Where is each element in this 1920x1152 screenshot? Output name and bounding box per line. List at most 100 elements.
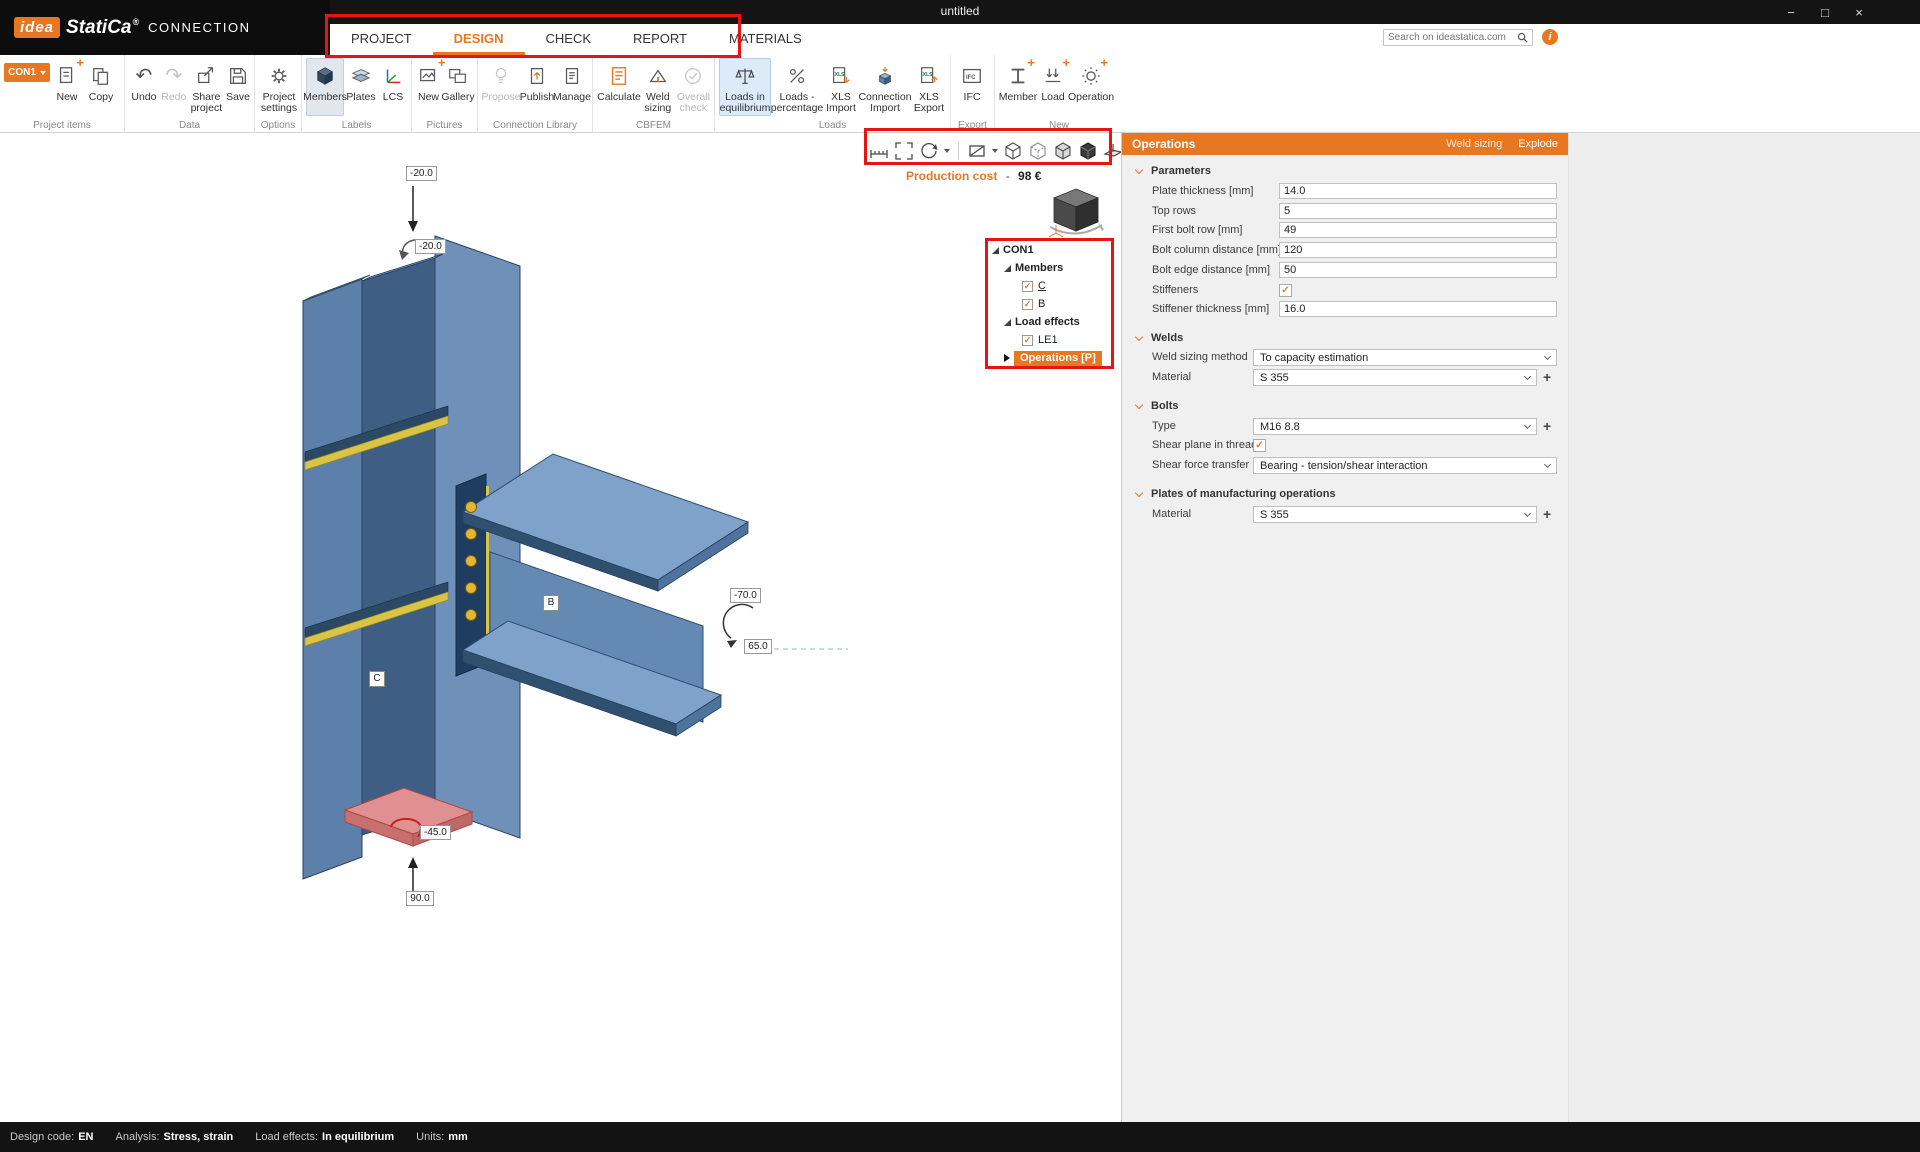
tree-node-member-c[interactable]: ✓ C: [988, 277, 1114, 295]
copy-button[interactable]: Copy: [84, 58, 118, 116]
hidden-lines-view-icon[interactable]: [1027, 139, 1049, 163]
checkbox-checked-icon[interactable]: ✓: [1022, 334, 1033, 346]
manage-button[interactable]: Manage: [553, 58, 591, 116]
tab-project[interactable]: PROJECT: [330, 24, 433, 55]
section-view-icon[interactable]: [966, 139, 988, 163]
bolt-column-distance-input[interactable]: [1279, 242, 1557, 258]
shaded-view-icon[interactable]: [1052, 139, 1074, 163]
new-load-button[interactable]: + Load: [1037, 56, 1070, 116]
section-plates-operations[interactable]: Plates of manufacturing operations: [1134, 486, 1336, 502]
tree-node-operations[interactable]: Operations [P]: [988, 349, 1114, 367]
ribbon-group-loads: Loads in equilibrium Loads - percentage …: [715, 55, 951, 133]
undo-button[interactable]: ↶ Undo: [129, 58, 159, 116]
bolt-type-select[interactable]: M16 8.8: [1253, 418, 1537, 435]
tree-node-load-effects[interactable]: Load effects: [988, 313, 1114, 331]
load-value-top: -20.0: [406, 166, 437, 181]
expand-icon[interactable]: [1004, 354, 1010, 362]
xls-import-button[interactable]: XLS XLS Import: [823, 58, 859, 116]
collapse-icon[interactable]: [992, 246, 999, 254]
shear-force-transfer-select[interactable]: Bearing - tension/shear interaction: [1253, 457, 1557, 474]
solid-view-icon[interactable]: [1077, 139, 1099, 163]
close-button[interactable]: ×: [1842, 0, 1876, 24]
chevron-down-icon[interactable]: [992, 149, 998, 153]
tab-materials[interactable]: MATERIALS: [708, 24, 823, 55]
stiffeners-checkbox[interactable]: ✓: [1279, 284, 1292, 297]
weld-sizing-button[interactable]: Weld sizing: [641, 58, 675, 116]
tree-node-con1[interactable]: CON1: [988, 241, 1114, 259]
new-picture-button[interactable]: + New: [416, 56, 446, 116]
tree-node-le1[interactable]: ✓ LE1: [988, 331, 1114, 349]
maximize-button[interactable]: □: [1808, 0, 1842, 24]
search-box[interactable]: [1383, 29, 1533, 46]
3d-viewport[interactable]: Production cost - 98 € -20.0 -20.0 -70.0…: [0, 133, 1122, 1122]
plate-thickness-input[interactable]: [1279, 183, 1557, 199]
scales-icon: [734, 61, 756, 91]
new-project-item-button[interactable]: + New: [50, 56, 84, 116]
calculate-icon: [608, 61, 630, 91]
bolt-edge-distance-input[interactable]: [1279, 262, 1557, 278]
tab-check[interactable]: CHECK: [525, 24, 613, 55]
product-name: CONNECTION: [148, 20, 251, 35]
orbit-icon[interactable]: [918, 139, 940, 163]
navigation-cube[interactable]: [1046, 183, 1108, 241]
share-project-button[interactable]: Share project: [189, 58, 224, 116]
status-analysis: Analysis: Stress, strain: [115, 1131, 234, 1143]
gallery-button[interactable]: Gallery: [441, 58, 475, 116]
explode-header-button[interactable]: Explode: [1518, 138, 1558, 150]
save-button[interactable]: Save: [224, 58, 252, 116]
ifc-export-button[interactable]: IFC IFC: [955, 58, 989, 116]
loads-in-equilibrium-toggle[interactable]: Loads in equilibrium: [719, 58, 771, 116]
stiffener-thickness-input[interactable]: [1279, 301, 1557, 317]
measure-icon[interactable]: [868, 139, 890, 163]
xls-export-button[interactable]: XLS XLS Export: [911, 58, 947, 116]
load-value-rotation-bottom: -45.0: [420, 825, 451, 840]
project-settings-button[interactable]: Project settings: [259, 58, 299, 116]
section-parameters[interactable]: Parameters: [1134, 163, 1211, 179]
clipping-plane-icon[interactable]: [1102, 139, 1121, 163]
tab-report[interactable]: REPORT: [612, 24, 708, 55]
add-bolt-type-button[interactable]: +: [1543, 419, 1551, 433]
checkbox-checked-icon[interactable]: ✓: [1022, 298, 1033, 310]
labels-plates-toggle[interactable]: Plates: [344, 58, 378, 116]
weld-sizing-method-select[interactable]: To capacity estimation: [1253, 349, 1557, 366]
param-row: Plate thickness [mm]: [1122, 183, 1568, 201]
plates-material-select[interactable]: S 355: [1253, 506, 1537, 523]
weld-material-select[interactable]: S 355: [1253, 369, 1537, 386]
connection-selector-con1[interactable]: CON1: [4, 63, 50, 82]
tab-design[interactable]: DESIGN: [432, 24, 525, 55]
minimize-button[interactable]: −: [1774, 0, 1808, 24]
checkbox-checked-icon[interactable]: ✓: [1022, 280, 1033, 292]
search-input[interactable]: [1388, 32, 1517, 43]
add-plates-material-button[interactable]: +: [1543, 507, 1551, 521]
wireframe-view-icon[interactable]: [1002, 139, 1024, 163]
new-operation-button[interactable]: + Operation: [1068, 56, 1114, 116]
tree-node-members[interactable]: Members: [988, 259, 1114, 277]
calculate-button[interactable]: Calculate: [597, 58, 641, 116]
zoom-extents-icon[interactable]: [893, 139, 915, 163]
shear-plane-checkbox[interactable]: ✓: [1253, 439, 1266, 452]
share-icon: [195, 61, 217, 91]
xls-export-icon: XLS: [918, 61, 940, 91]
chevron-down-icon[interactable]: [944, 149, 950, 153]
check-circle-icon: [682, 61, 704, 91]
top-rows-input[interactable]: [1279, 203, 1557, 219]
loads-percentage-button[interactable]: Loads - percentage: [771, 58, 823, 116]
collapse-icon[interactable]: [1004, 318, 1011, 326]
publish-button[interactable]: Publish: [520, 58, 554, 116]
labels-lcs-toggle[interactable]: LCS: [378, 58, 408, 116]
member-label-c[interactable]: C: [369, 671, 385, 687]
undo-icon: ↶: [135, 65, 153, 87]
section-welds[interactable]: Welds: [1134, 330, 1183, 346]
connection-import-button[interactable]: Connection Import: [858, 58, 912, 116]
new-member-button[interactable]: + Member: [999, 56, 1038, 116]
labels-members-toggle[interactable]: Members: [303, 58, 347, 116]
param-row: First bolt row [mm]: [1122, 222, 1568, 240]
tree-node-member-b[interactable]: ✓ B: [988, 295, 1114, 313]
member-label-b[interactable]: B: [543, 595, 559, 611]
collapse-icon[interactable]: [1004, 264, 1011, 272]
section-bolts[interactable]: Bolts: [1134, 398, 1179, 414]
weld-sizing-header-button[interactable]: Weld sizing: [1446, 138, 1502, 150]
add-material-button[interactable]: +: [1543, 370, 1551, 384]
info-icon[interactable]: i: [1542, 29, 1558, 45]
first-bolt-row-input[interactable]: [1279, 222, 1557, 238]
